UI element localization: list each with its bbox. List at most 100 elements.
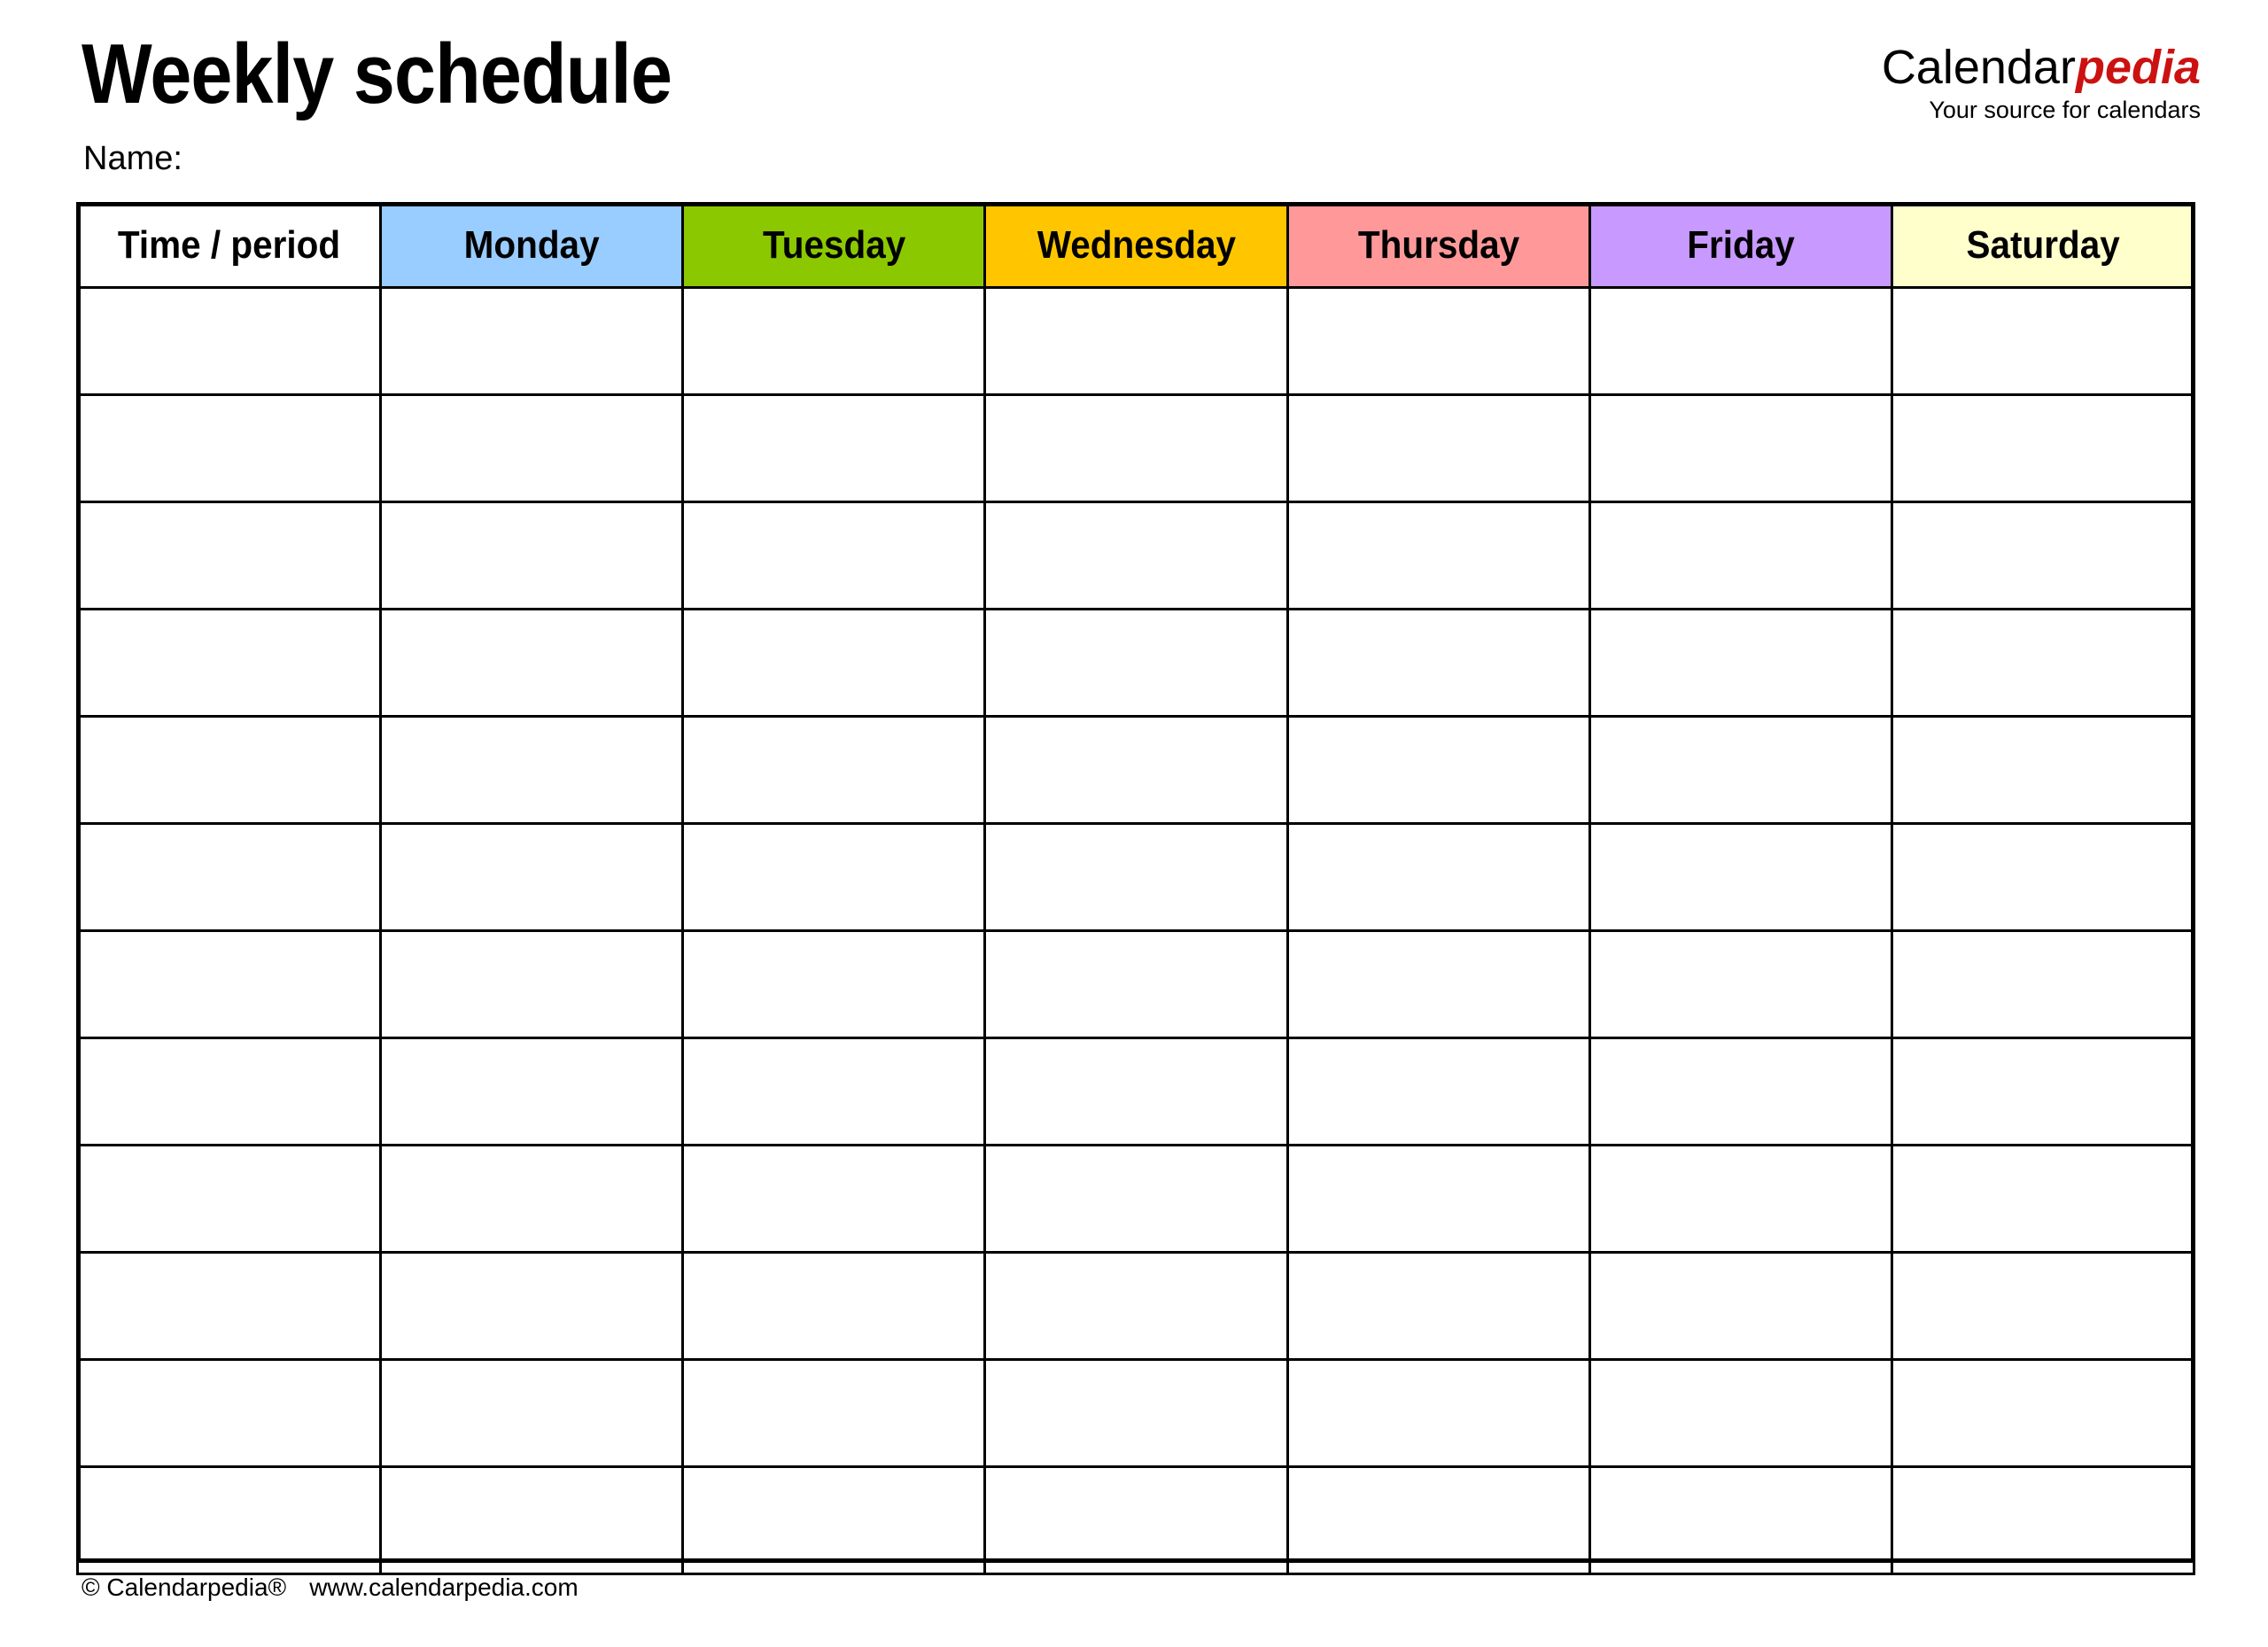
- cell-day-slot[interactable]: [1890, 393, 2196, 503]
- name-field-label: Name:: [83, 140, 183, 177]
- cell-day-slot[interactable]: [983, 393, 1289, 503]
- cell-day-slot[interactable]: [1588, 1251, 1893, 1361]
- cell-day-slot[interactable]: [983, 822, 1289, 932]
- cell-time-period[interactable]: [75, 501, 383, 610]
- cell-day-slot[interactable]: [379, 286, 685, 396]
- column-header-label: Wednesday: [1037, 223, 1236, 267]
- cell-day-slot[interactable]: [1285, 1251, 1591, 1361]
- cell-day-slot[interactable]: [1890, 1465, 2196, 1575]
- cell-time-period[interactable]: [75, 1251, 383, 1361]
- cell-day-slot[interactable]: [1285, 1358, 1591, 1468]
- cell-day-slot[interactable]: [1890, 1358, 2196, 1468]
- cell-day-slot[interactable]: [1588, 1144, 1893, 1254]
- cell-day-slot[interactable]: [1890, 929, 2196, 1039]
- cell-day-slot[interactable]: [1588, 501, 1893, 610]
- cell-day-slot[interactable]: [379, 1251, 685, 1361]
- brand-word-pedia: pedia: [2075, 41, 2201, 94]
- cell-day-slot[interactable]: [681, 1465, 987, 1575]
- weekly-schedule-page: Weekly schedule Name: Calendarpedia Your…: [0, 0, 2268, 1647]
- column-header-label: Thursday: [1357, 223, 1519, 267]
- cell-day-slot[interactable]: [1285, 822, 1591, 932]
- cell-day-slot[interactable]: [681, 715, 987, 825]
- cell-time-period[interactable]: [75, 822, 383, 932]
- cell-time-period[interactable]: [75, 929, 383, 1039]
- cell-day-slot[interactable]: [681, 1251, 987, 1361]
- page-title: Weekly schedule: [82, 27, 672, 121]
- page-footer: © Calendarpedia® www.calendarpedia.com: [82, 1575, 579, 1600]
- cell-day-slot[interactable]: [379, 501, 685, 610]
- cell-time-period[interactable]: [75, 393, 383, 503]
- cell-day-slot[interactable]: [983, 286, 1289, 396]
- cell-day-slot[interactable]: [1588, 1465, 1893, 1575]
- cell-day-slot[interactable]: [1285, 1144, 1591, 1254]
- cell-day-slot[interactable]: [681, 286, 987, 396]
- cell-day-slot[interactable]: [1588, 1037, 1893, 1146]
- cell-day-slot[interactable]: [681, 929, 987, 1039]
- cell-day-slot[interactable]: [1285, 608, 1591, 718]
- cell-day-slot[interactable]: [379, 929, 685, 1039]
- cell-day-slot[interactable]: [681, 1358, 987, 1468]
- cell-day-slot[interactable]: [379, 1358, 685, 1468]
- cell-day-slot[interactable]: [1285, 1465, 1591, 1575]
- cell-day-slot[interactable]: [681, 608, 987, 718]
- cell-day-slot[interactable]: [681, 501, 987, 610]
- cell-day-slot[interactable]: [1588, 608, 1893, 718]
- cell-day-slot[interactable]: [1890, 1144, 2196, 1254]
- table-body: [75, 286, 2196, 1575]
- cell-day-slot[interactable]: [1890, 1037, 2196, 1146]
- cell-day-slot[interactable]: [983, 1465, 1289, 1575]
- cell-day-slot[interactable]: [983, 1358, 1289, 1468]
- cell-time-period[interactable]: [75, 715, 383, 825]
- cell-day-slot[interactable]: [1285, 929, 1591, 1039]
- cell-day-slot[interactable]: [1285, 1037, 1591, 1146]
- cell-day-slot[interactable]: [379, 608, 685, 718]
- cell-day-slot[interactable]: [983, 608, 1289, 718]
- cell-time-period[interactable]: [75, 1358, 383, 1468]
- cell-day-slot[interactable]: [1588, 286, 1893, 396]
- cell-day-slot[interactable]: [983, 715, 1289, 825]
- cell-time-period[interactable]: [75, 1037, 383, 1146]
- table-row: [75, 286, 2196, 396]
- cell-day-slot[interactable]: [1890, 715, 2196, 825]
- cell-day-slot[interactable]: [1890, 608, 2196, 718]
- cell-day-slot[interactable]: [681, 1144, 987, 1254]
- cell-day-slot[interactable]: [379, 1037, 685, 1146]
- table-row: [75, 1037, 2196, 1146]
- cell-day-slot[interactable]: [983, 1037, 1289, 1146]
- cell-day-slot[interactable]: [983, 1251, 1289, 1361]
- cell-day-slot[interactable]: [379, 393, 685, 503]
- cell-day-slot[interactable]: [1588, 1358, 1893, 1468]
- column-header-wednesday: Wednesday: [983, 202, 1289, 289]
- cell-day-slot[interactable]: [1588, 929, 1893, 1039]
- cell-day-slot[interactable]: [1890, 501, 2196, 610]
- cell-day-slot[interactable]: [379, 715, 685, 825]
- page-header: Weekly schedule Name: Calendarpedia Your…: [0, 0, 2268, 202]
- cell-day-slot[interactable]: [379, 1144, 685, 1254]
- cell-day-slot[interactable]: [681, 1037, 987, 1146]
- cell-day-slot[interactable]: [983, 501, 1289, 610]
- calendarpedia-logo: Calendarpedia Your source for calendars: [1882, 43, 2201, 122]
- cell-day-slot[interactable]: [1588, 393, 1893, 503]
- cell-day-slot[interactable]: [681, 822, 987, 932]
- cell-day-slot[interactable]: [1890, 286, 2196, 396]
- cell-day-slot[interactable]: [1285, 286, 1591, 396]
- cell-day-slot[interactable]: [1285, 501, 1591, 610]
- brand-word-calendar: Calendar: [1881, 41, 2076, 94]
- cell-day-slot[interactable]: [1890, 1251, 2196, 1361]
- brand-tagline: Your source for calendars: [1929, 96, 2201, 123]
- cell-time-period[interactable]: [75, 608, 383, 718]
- cell-day-slot[interactable]: [379, 822, 685, 932]
- cell-day-slot[interactable]: [681, 393, 987, 503]
- cell-time-period[interactable]: [75, 286, 383, 396]
- cell-day-slot[interactable]: [1890, 822, 2196, 932]
- cell-day-slot[interactable]: [1285, 393, 1591, 503]
- cell-day-slot[interactable]: [983, 1144, 1289, 1254]
- cell-day-slot[interactable]: [379, 1465, 685, 1575]
- cell-time-period[interactable]: [75, 1465, 383, 1575]
- table-row: [75, 1358, 2196, 1468]
- cell-day-slot[interactable]: [1588, 715, 1893, 825]
- cell-day-slot[interactable]: [983, 929, 1289, 1039]
- cell-time-period[interactable]: [75, 1144, 383, 1254]
- cell-day-slot[interactable]: [1285, 715, 1591, 825]
- cell-day-slot[interactable]: [1588, 822, 1893, 932]
